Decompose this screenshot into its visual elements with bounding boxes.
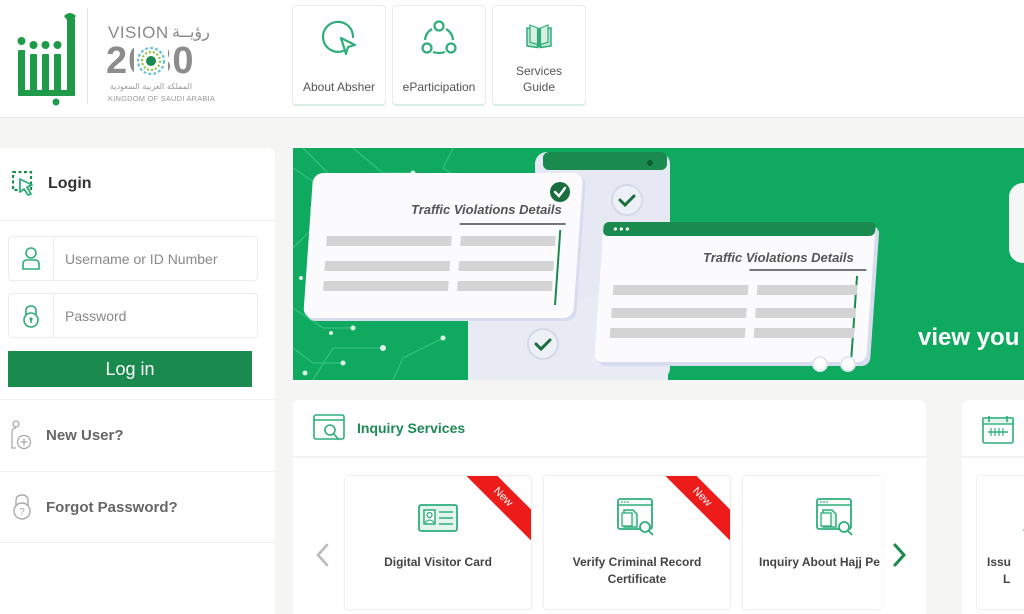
forgot-password-link[interactable]: ? Forgot Password?	[0, 471, 275, 543]
nav-label: eParticipation	[402, 80, 476, 94]
banner-illustration	[293, 148, 1024, 380]
new-badge: New	[651, 476, 730, 548]
banner-slide-dot-2[interactable]	[840, 356, 856, 372]
lock-icon	[23, 304, 39, 328]
calendar-icon	[982, 416, 1014, 444]
vision-emblem-icon	[134, 44, 168, 78]
banner-slide-dot-1[interactable]	[812, 356, 828, 372]
password-input[interactable]	[54, 294, 257, 337]
service-name: Issu L	[987, 555, 1012, 586]
next-services-section: Issu L	[962, 400, 1024, 614]
promo-banner[interactable]: Traffic Violations Details Traffic Viola…	[293, 148, 1024, 380]
login-cursor-icon	[12, 171, 33, 196]
vision-country-arabic: المملكة العربية السعودية	[110, 82, 193, 91]
login-panel: Login Log in New User?	[0, 148, 275, 614]
login-title: Login	[48, 175, 92, 192]
nav-about-absher[interactable]: About Absher	[292, 5, 386, 106]
vision-country-english: KINGDOM OF SAUDI ARABIA	[108, 94, 216, 103]
nav-services-guide[interactable]: Services Guide	[492, 5, 586, 106]
login-button[interactable]: Log in	[8, 351, 252, 387]
inquiry-title: Inquiry Services	[357, 420, 466, 436]
login-header: Login	[0, 148, 275, 221]
forgot-password-label: Forgot Password?	[46, 498, 178, 516]
service-card-verify-criminal-record[interactable]: Verify Criminal Record Certificate New	[543, 475, 731, 610]
new-badge: New	[452, 476, 531, 548]
absher-logo[interactable]	[14, 10, 80, 106]
book-icon	[526, 24, 552, 49]
new-user-link[interactable]: New User?	[0, 399, 275, 471]
carousel-prev-arrow[interactable]	[313, 542, 333, 568]
username-input[interactable]	[54, 237, 257, 280]
lock-question-icon: ?	[13, 494, 31, 520]
svg-text:?: ?	[19, 507, 25, 518]
cursor-circle-icon	[321, 20, 357, 56]
inquiry-header: Inquiry Services	[293, 400, 926, 458]
user-icon	[22, 246, 40, 270]
service-name: Verify Criminal Record Certificate	[572, 555, 702, 586]
document-search-icon	[816, 498, 853, 536]
nav-label: Services Guide	[515, 64, 562, 94]
site-header: VISION رؤيــة 2030 المملكة العربية السعو…	[0, 0, 1024, 118]
nav-label: About Absher	[302, 80, 376, 94]
id-card-icon	[418, 504, 458, 532]
service-card-partial[interactable]: Issu L	[976, 475, 1024, 610]
password-field	[8, 293, 258, 338]
username-field	[8, 236, 258, 281]
inquiry-services-section: Inquiry Services Digital Visitor Card Ne…	[293, 400, 926, 614]
service-name: Inquiry About Hajj Pe	[759, 555, 880, 569]
vision-arabic-word: رؤيــة	[172, 22, 210, 41]
document-search-icon	[617, 498, 654, 536]
vision-2030-logo: VISION رؤيــة 2030 المملكة العربية السعو…	[106, 22, 230, 106]
network-icon	[421, 20, 457, 55]
inquiry-search-icon	[313, 414, 345, 441]
carousel-next-arrow[interactable]	[889, 542, 909, 568]
logo-divider	[87, 8, 88, 104]
service-name: Digital Visitor Card	[384, 555, 492, 569]
banner-tagline: view you	[918, 324, 1020, 351]
new-user-label: New User?	[46, 427, 124, 444]
top-nav: About Absher eParticipation Services Gui…	[292, 5, 586, 106]
banner-card-title: Traffic Violations Details	[411, 202, 562, 217]
nav-eparticipation[interactable]: eParticipation	[392, 5, 486, 106]
service-card-digital-visitor-card[interactable]: Digital Visitor Card New	[344, 475, 532, 610]
service-card-hajj-permit[interactable]: Inquiry About Hajj Pe	[742, 475, 882, 610]
add-user-icon	[11, 419, 32, 449]
banner-card-title: Traffic Violations Details	[703, 250, 854, 265]
